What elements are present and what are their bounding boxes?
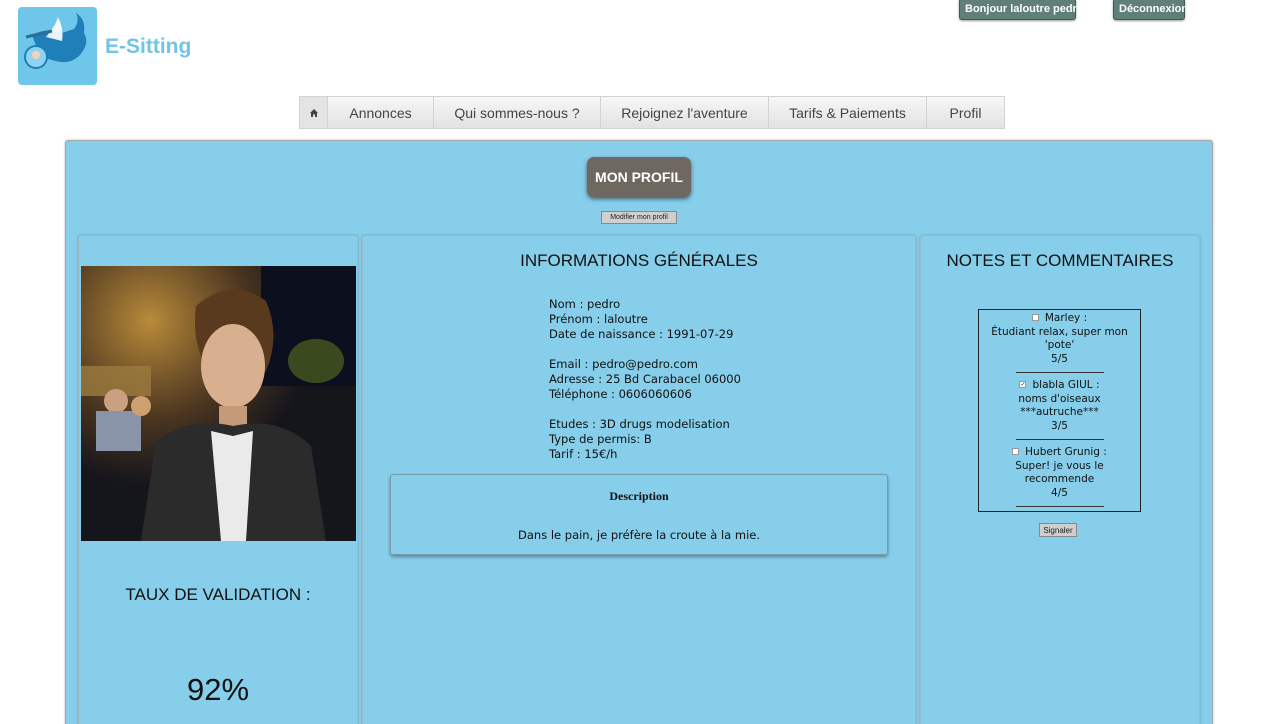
notes-section-title: NOTES ET COMMENTAIRES	[946, 251, 1174, 270]
comment-checkbox[interactable]	[1031, 313, 1039, 321]
comment-score: 5/5	[1051, 352, 1068, 365]
nav-profil[interactable]: Profil	[927, 97, 1004, 128]
logout-button[interactable]: Déconnexion	[1113, 0, 1188, 20]
comment-checkbox[interactable]: ✓	[1019, 380, 1027, 388]
nav-tarifs[interactable]: Tarifs & Paiements	[769, 97, 927, 128]
brand-name: E-Sitting	[105, 35, 192, 58]
greeting-button[interactable]: Bonjour laloutre pedro	[959, 0, 1084, 20]
nav-annonces[interactable]: Annonces	[328, 97, 434, 128]
home-icon	[309, 108, 318, 117]
address-field: Adresse : 25 Bd Carabacel 06000	[549, 372, 741, 386]
prenom-field: Prénom : laloutre	[549, 312, 648, 326]
description-text: Dans le pain, je préfère la croute à la …	[518, 528, 760, 542]
page: E-Sitting Bonjour laloutre pedro Déconne…	[0, 0, 1275, 724]
page-title: MON PROFIL	[587, 157, 691, 197]
comment-score: 4/5	[1051, 486, 1068, 499]
birthdate-field: Date de naissance : 1991-07-29	[549, 327, 734, 341]
avatar	[81, 266, 356, 541]
list-item: Hubert Grunig : Super! je vous le recomm…	[979, 446, 1140, 507]
info-section-title: INFORMATIONS GÉNÉRALES	[520, 251, 758, 270]
details-block: Etudes : 3D drugs modelisation Type de p…	[549, 417, 730, 462]
nav-rejoignez[interactable]: Rejoignez l'aventure	[601, 97, 769, 128]
validation-rate-label: TAUX DE VALIDATION :	[125, 585, 311, 604]
contact-block: Email : pedro@pedro.com Adresse : 25 Bd …	[549, 357, 741, 402]
logo-stork-icon[interactable]	[18, 7, 97, 85]
list-item: Marley : Étudiant relax, super mon 'pote…	[979, 312, 1140, 373]
description-box: Description Dans le pain, je préfère la …	[390, 474, 888, 555]
list-item: ✓ blabla GIUL : noms d'oiseaux ***autruch…	[979, 379, 1140, 440]
comment-author: Hubert Grunig :	[1025, 446, 1107, 458]
studies-field: Etudes : 3D drugs modelisation	[549, 417, 730, 431]
comment-text: Super! je vous le recommende	[1015, 459, 1104, 486]
edit-profile-button[interactable]: Modifier mon profil	[601, 211, 677, 224]
comment-text: noms d'oiseaux ***autruche***	[1018, 392, 1101, 419]
main-nav: Annonces Qui sommes-nous ? Rejoignez l'a…	[299, 96, 1005, 129]
comment-text: Étudiant relax, super mon 'pote'	[991, 325, 1128, 352]
nav-home[interactable]	[300, 97, 328, 128]
divider	[1015, 372, 1104, 373]
comment-checkbox[interactable]	[1012, 447, 1020, 455]
rate-field: Tarif : 15€/h	[549, 447, 618, 461]
divider	[1015, 439, 1104, 440]
description-title: Description	[609, 489, 669, 503]
comment-score: 3/5	[1051, 419, 1068, 432]
license-field: Type de permis: B	[549, 432, 652, 446]
divider	[1015, 506, 1104, 507]
comment-author: Marley :	[1044, 312, 1088, 324]
comment-author: blabla GIUL :	[1032, 379, 1100, 391]
email-field: Email : pedro@pedro.com	[549, 357, 698, 371]
report-button[interactable]: Signaler	[1039, 523, 1077, 537]
nav-qui-sommes-nous[interactable]: Qui sommes-nous ?	[434, 97, 601, 128]
validation-rate-value: 92%	[186, 672, 250, 707]
identity-block: Nom : pedro Prénom : laloutre Date de na…	[549, 297, 733, 342]
comments-list: Marley : Étudiant relax, super mon 'pote…	[978, 309, 1141, 512]
nom-field: Nom : pedro	[549, 297, 621, 311]
phone-field: Téléphone : 0606060606	[549, 387, 692, 401]
